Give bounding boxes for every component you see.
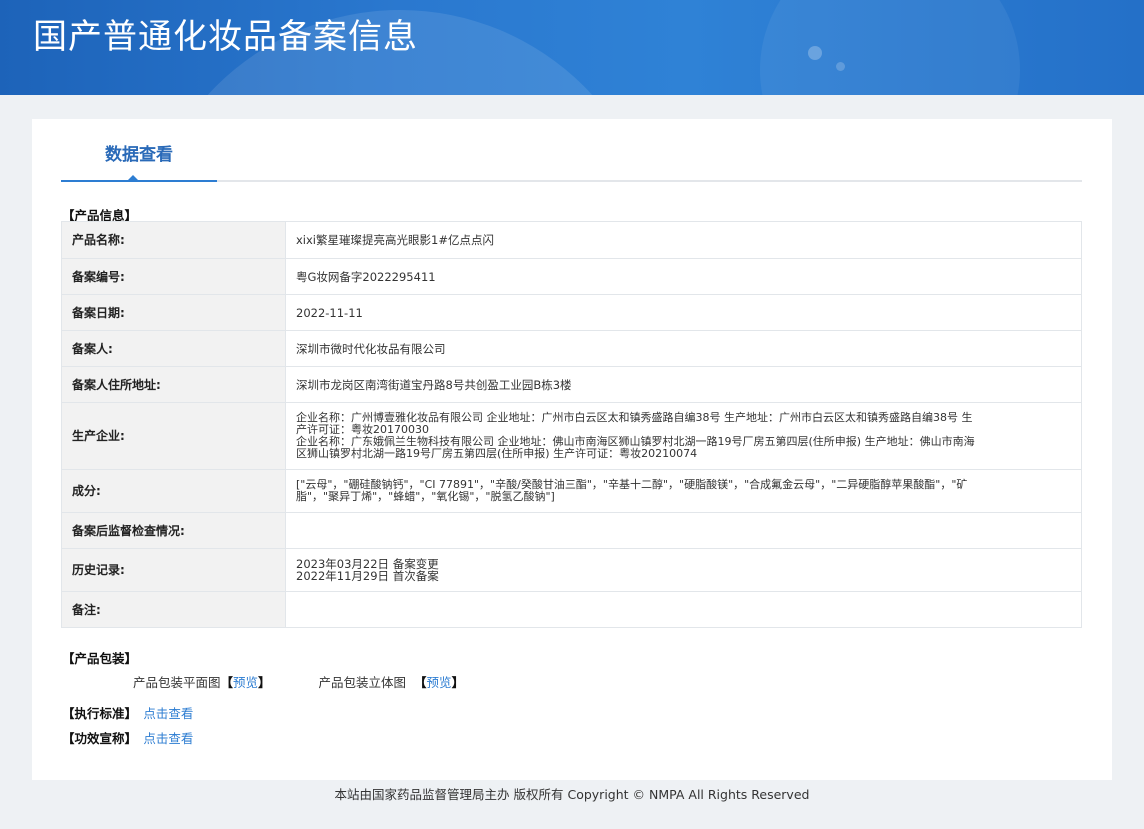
content-card: 数据查看 【产品信息】 产品名称: xixi繁星璀璨提亮高光眼影1#亿点点闪 备… [32,119,1112,780]
history-value: 2023年03月22日 备案变更 2022年11月29日 首次备案 [285,548,1082,592]
registrant-address-value: 深圳市龙岗区南湾街道宝丹路8号共创盈工业园B栋3楼 [285,366,1082,403]
registrant-value: 深圳市微时代化妆品有限公司 [285,330,1082,367]
efficacy-view-link[interactable]: 点击查看 [143,731,193,746]
bracket-open: 【 [220,675,234,690]
bracket-close: 】 [258,675,271,690]
packaging-heading: 【产品包装】 [62,651,138,666]
footer-copyright: 本站由国家药品监督管理局主办 版权所有 Copyright © NMPA All… [334,787,810,802]
manufacturer-value: 企业名称：广州博壹雅化妆品有限公司 企业地址：广州市白云区太和镇秀盛路自编38号… [285,402,1082,470]
banner-decoration [836,62,845,71]
product-info-table: 产品名称: xixi繁星璀璨提亮高光眼影1#亿点点闪 备案编号: 粤G妆网备字2… [61,221,1082,628]
row-label: 历史记录: [61,548,286,592]
banner-decoration [760,0,1020,95]
ingredients-value: ["云母"，"硼硅酸钠钙"，"CI 77891"，"辛酸/癸酸甘油三酯"，"辛基… [285,469,1082,513]
row-label: 备案人: [61,330,286,367]
table-row: 产品名称: xixi繁星璀璨提亮高光眼影1#亿点点闪 [61,221,1082,259]
packaging-flat-preview-link[interactable]: 预览 [233,672,258,691]
page-title: 国产普通化妆品备案信息 [33,17,418,57]
header-banner: 国产普通化妆品备案信息 [0,0,1144,95]
registration-number-value: 粤G妆网备字2022295411 [285,258,1082,295]
row-label: 备案编号: [61,258,286,295]
tab-bar: 数据查看 [61,119,1082,182]
row-label: 生产企业: [61,402,286,470]
history-entry: 2022年11月29日 首次备案 [296,569,439,583]
bracket-close: 】 [451,675,465,690]
bracket-open: 【 [414,675,427,690]
row-label: 备案后监督检查情况: [61,512,286,549]
ingredients-line: 脂"，"聚异丁烯"，"蜂蜡"，"氧化锡"，"脱氢乙酸钠"] [296,490,555,503]
tab-data-view[interactable]: 数据查看 [61,119,217,182]
packaging-flat-label: 产品包装平面图 [133,675,221,690]
inspection-value [285,512,1082,549]
table-row: 备案人: 深圳市微时代化妆品有限公司 [61,330,1082,367]
table-row: 备案日期: 2022-11-11 [61,294,1082,331]
table-row: 历史记录: 2023年03月22日 备案变更 2022年11月29日 首次备案 [61,548,1082,592]
row-label: 成分: [61,469,286,513]
efficacy-label: 【功效宣称】 [62,731,138,746]
efficacy-row: 【功效宣称】 点击查看 [62,728,193,747]
registration-date-value: 2022-11-11 [285,294,1082,331]
packaging-solid-preview-link[interactable]: 预览 [427,672,452,691]
packaging-row: 产品包装平面图【预览】 产品包装立体图 【预览】 [133,672,464,691]
row-label: 备注: [61,591,286,628]
table-row: 备注: [61,591,1082,628]
row-label: 备案日期: [61,294,286,331]
table-row: 生产企业: 企业名称：广州博壹雅化妆品有限公司 企业地址：广州市白云区太和镇秀盛… [61,402,1082,470]
row-label: 产品名称: [61,221,286,259]
table-row: 备案人住所地址: 深圳市龙岗区南湾街道宝丹路8号共创盈工业园B栋3楼 [61,366,1082,403]
manufacturer-line: 区狮山镇罗村北湖一路19号厂房五第四层(住所申报) 生产许可证：粤妆202100… [296,447,698,460]
packaging-solid-label: 产品包装立体图 [318,675,407,690]
standard-label: 【执行标准】 [62,706,138,721]
table-row: 备案后监督检查情况: [61,512,1082,549]
product-name-value: xixi繁星璀璨提亮高光眼影1#亿点点闪 [285,221,1082,259]
table-row: 备案编号: 粤G妆网备字2022295411 [61,258,1082,295]
tab-active-caret [127,175,139,181]
standard-row: 【执行标准】 点击查看 [62,703,193,722]
remarks-value [285,591,1082,628]
banner-decoration [808,46,822,60]
table-row: 成分: ["云母"，"硼硅酸钠钙"，"CI 77891"，"辛酸/癸酸甘油三酯"… [61,469,1082,513]
tab-label: 数据查看 [105,145,173,165]
standard-view-link[interactable]: 点击查看 [143,706,193,721]
row-label: 备案人住所地址: [61,366,286,403]
